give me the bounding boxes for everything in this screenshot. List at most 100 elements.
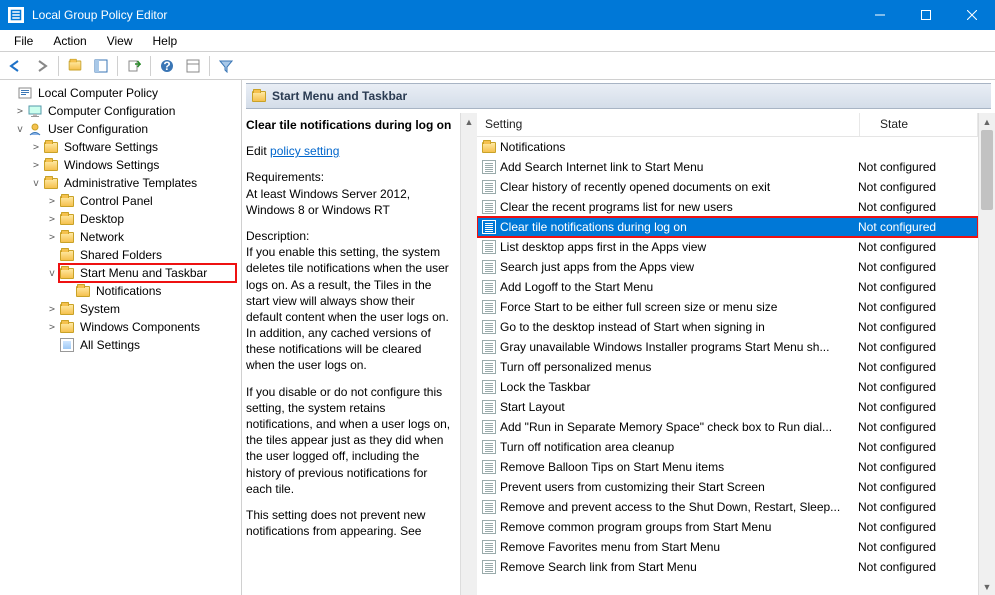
show-hide-tree-button[interactable] xyxy=(89,55,113,77)
selected-policy-title: Clear tile notifications during log on xyxy=(246,117,452,133)
back-button[interactable] xyxy=(4,55,28,77)
setting-icon xyxy=(481,519,497,535)
menu-file[interactable]: File xyxy=(4,32,43,50)
list-row[interactable]: Turn off notification area cleanupNot co… xyxy=(477,437,978,457)
list-row[interactable]: Clear the recent programs list for new u… xyxy=(477,197,978,217)
scroll-up-icon[interactable]: ▲ xyxy=(979,113,995,130)
scroll-down-icon[interactable]: ▼ xyxy=(979,578,995,595)
row-setting-label: Search just apps from the Apps view xyxy=(500,260,858,274)
setting-icon xyxy=(481,319,497,335)
tree-root[interactable]: Local Computer Policy xyxy=(2,84,241,102)
row-setting-label: Turn off personalized menus xyxy=(500,360,858,374)
list-row[interactable]: Add Logoff to the Start MenuNot configur… xyxy=(477,277,978,297)
tree-notifications[interactable]: Notifications xyxy=(2,282,241,300)
collapse-icon[interactable]: v xyxy=(14,124,26,135)
row-state-label: Not configured xyxy=(858,160,976,174)
list-row[interactable]: Remove Balloon Tips on Start Menu itemsN… xyxy=(477,457,978,477)
minimize-button[interactable] xyxy=(857,0,903,30)
tree-user-config[interactable]: v User Configuration xyxy=(2,120,241,138)
menu-view[interactable]: View xyxy=(97,32,143,50)
list-row[interactable]: Lock the TaskbarNot configured xyxy=(477,377,978,397)
setting-icon xyxy=(481,199,497,215)
row-state-label: Not configured xyxy=(858,240,976,254)
tree-network[interactable]: >Network xyxy=(2,228,241,246)
list-row[interactable]: Prevent users from customizing their Sta… xyxy=(477,477,978,497)
up-button[interactable] xyxy=(63,55,87,77)
row-state-label: Not configured xyxy=(858,540,976,554)
tree-control-panel[interactable]: >Control Panel xyxy=(2,192,241,210)
list-row[interactable]: Remove Search link from Start MenuNot co… xyxy=(477,557,978,577)
tree-windows-components[interactable]: >Windows Components xyxy=(2,318,241,336)
row-setting-label: Gray unavailable Windows Installer progr… xyxy=(500,340,858,354)
tree-system[interactable]: >System xyxy=(2,300,241,318)
folder-icon xyxy=(252,91,266,102)
list-row[interactable]: Search just apps from the Apps viewNot c… xyxy=(477,257,978,277)
window-title: Local Group Policy Editor xyxy=(32,8,857,22)
row-state-label: Not configured xyxy=(858,480,976,494)
row-setting-label: Start Layout xyxy=(500,400,858,414)
tree-windows-settings[interactable]: >Windows Settings xyxy=(2,156,241,174)
tree-start-menu-taskbar[interactable]: vStart Menu and Taskbar xyxy=(2,264,241,282)
list-scrollbar-right[interactable]: ▲ ▼ xyxy=(978,113,995,595)
list-row[interactable]: Remove Favorites menu from Start MenuNot… xyxy=(477,537,978,557)
tree-admin-templates[interactable]: vAdministrative Templates xyxy=(2,174,241,192)
col-setting[interactable]: Setting xyxy=(477,113,860,136)
list-row[interactable]: Notifications xyxy=(477,137,978,157)
list-row[interactable]: Clear tile notifications during log onNo… xyxy=(477,217,978,237)
list-row[interactable]: Go to the desktop instead of Start when … xyxy=(477,317,978,337)
tree-software-settings[interactable]: >Software Settings xyxy=(2,138,241,156)
help-button[interactable]: ? xyxy=(155,55,179,77)
row-setting-label: Clear history of recently opened documen… xyxy=(500,180,858,194)
row-state-label: Not configured xyxy=(858,520,976,534)
setting-icon xyxy=(481,359,497,375)
row-setting-label: Add Search Internet link to Start Menu xyxy=(500,160,858,174)
row-setting-label: Remove and prevent access to the Shut Do… xyxy=(500,500,858,514)
row-setting-label: Remove Search link from Start Menu xyxy=(500,560,858,574)
tree-all-settings[interactable]: All Settings xyxy=(2,336,241,354)
row-state-label: Not configured xyxy=(858,180,976,194)
tree-desktop[interactable]: >Desktop xyxy=(2,210,241,228)
list-header: Setting State xyxy=(477,113,978,137)
computer-icon xyxy=(27,104,43,118)
scroll-up-icon[interactable]: ▲ xyxy=(465,113,474,130)
options-button[interactable] xyxy=(181,55,205,77)
expand-icon[interactable]: > xyxy=(14,106,26,117)
row-state-label: Not configured xyxy=(858,440,976,454)
toolbar: ? xyxy=(0,52,995,80)
setting-icon xyxy=(481,239,497,255)
tree-shared-folders[interactable]: Shared Folders xyxy=(2,246,241,264)
list-row[interactable]: Gray unavailable Windows Installer progr… xyxy=(477,337,978,357)
row-setting-label: Add "Run in Separate Memory Space" check… xyxy=(500,420,858,434)
list-row[interactable]: Remove and prevent access to the Shut Do… xyxy=(477,497,978,517)
setting-icon xyxy=(481,299,497,315)
setting-icon xyxy=(481,159,497,175)
list-row[interactable]: Remove common program groups from Start … xyxy=(477,517,978,537)
col-state[interactable]: State xyxy=(860,113,978,136)
list-row[interactable]: Start LayoutNot configured xyxy=(477,397,978,417)
list-scrollbar-left[interactable]: ▲ xyxy=(460,113,477,595)
forward-button[interactable] xyxy=(30,55,54,77)
edit-policy-link[interactable]: policy setting xyxy=(270,144,339,158)
list-row[interactable]: Clear history of recently opened documen… xyxy=(477,177,978,197)
list-row[interactable]: Force Start to be either full screen siz… xyxy=(477,297,978,317)
scrollbar-thumb[interactable] xyxy=(981,130,993,210)
row-setting-label: Go to the desktop instead of Start when … xyxy=(500,320,858,334)
tree-pane[interactable]: Local Computer Policy > Computer Configu… xyxy=(0,80,242,595)
row-setting-label: Lock the Taskbar xyxy=(500,380,858,394)
row-state-label: Not configured xyxy=(858,340,976,354)
list-row[interactable]: Turn off personalized menusNot configure… xyxy=(477,357,978,377)
user-icon xyxy=(27,122,43,136)
maximize-button[interactable] xyxy=(903,0,949,30)
menu-help[interactable]: Help xyxy=(143,32,188,50)
filter-button[interactable] xyxy=(214,55,238,77)
settings-list[interactable]: Setting State NotificationsAdd Search In… xyxy=(477,113,978,595)
menu-action[interactable]: Action xyxy=(43,32,96,50)
list-row[interactable]: Add Search Internet link to Start MenuNo… xyxy=(477,157,978,177)
menubar: File Action View Help xyxy=(0,30,995,52)
tree-computer-config[interactable]: > Computer Configuration xyxy=(2,102,241,120)
setting-icon xyxy=(481,499,497,515)
list-row[interactable]: Add "Run in Separate Memory Space" check… xyxy=(477,417,978,437)
close-button[interactable] xyxy=(949,0,995,30)
list-row[interactable]: List desktop apps first in the Apps view… xyxy=(477,237,978,257)
export-button[interactable] xyxy=(122,55,146,77)
